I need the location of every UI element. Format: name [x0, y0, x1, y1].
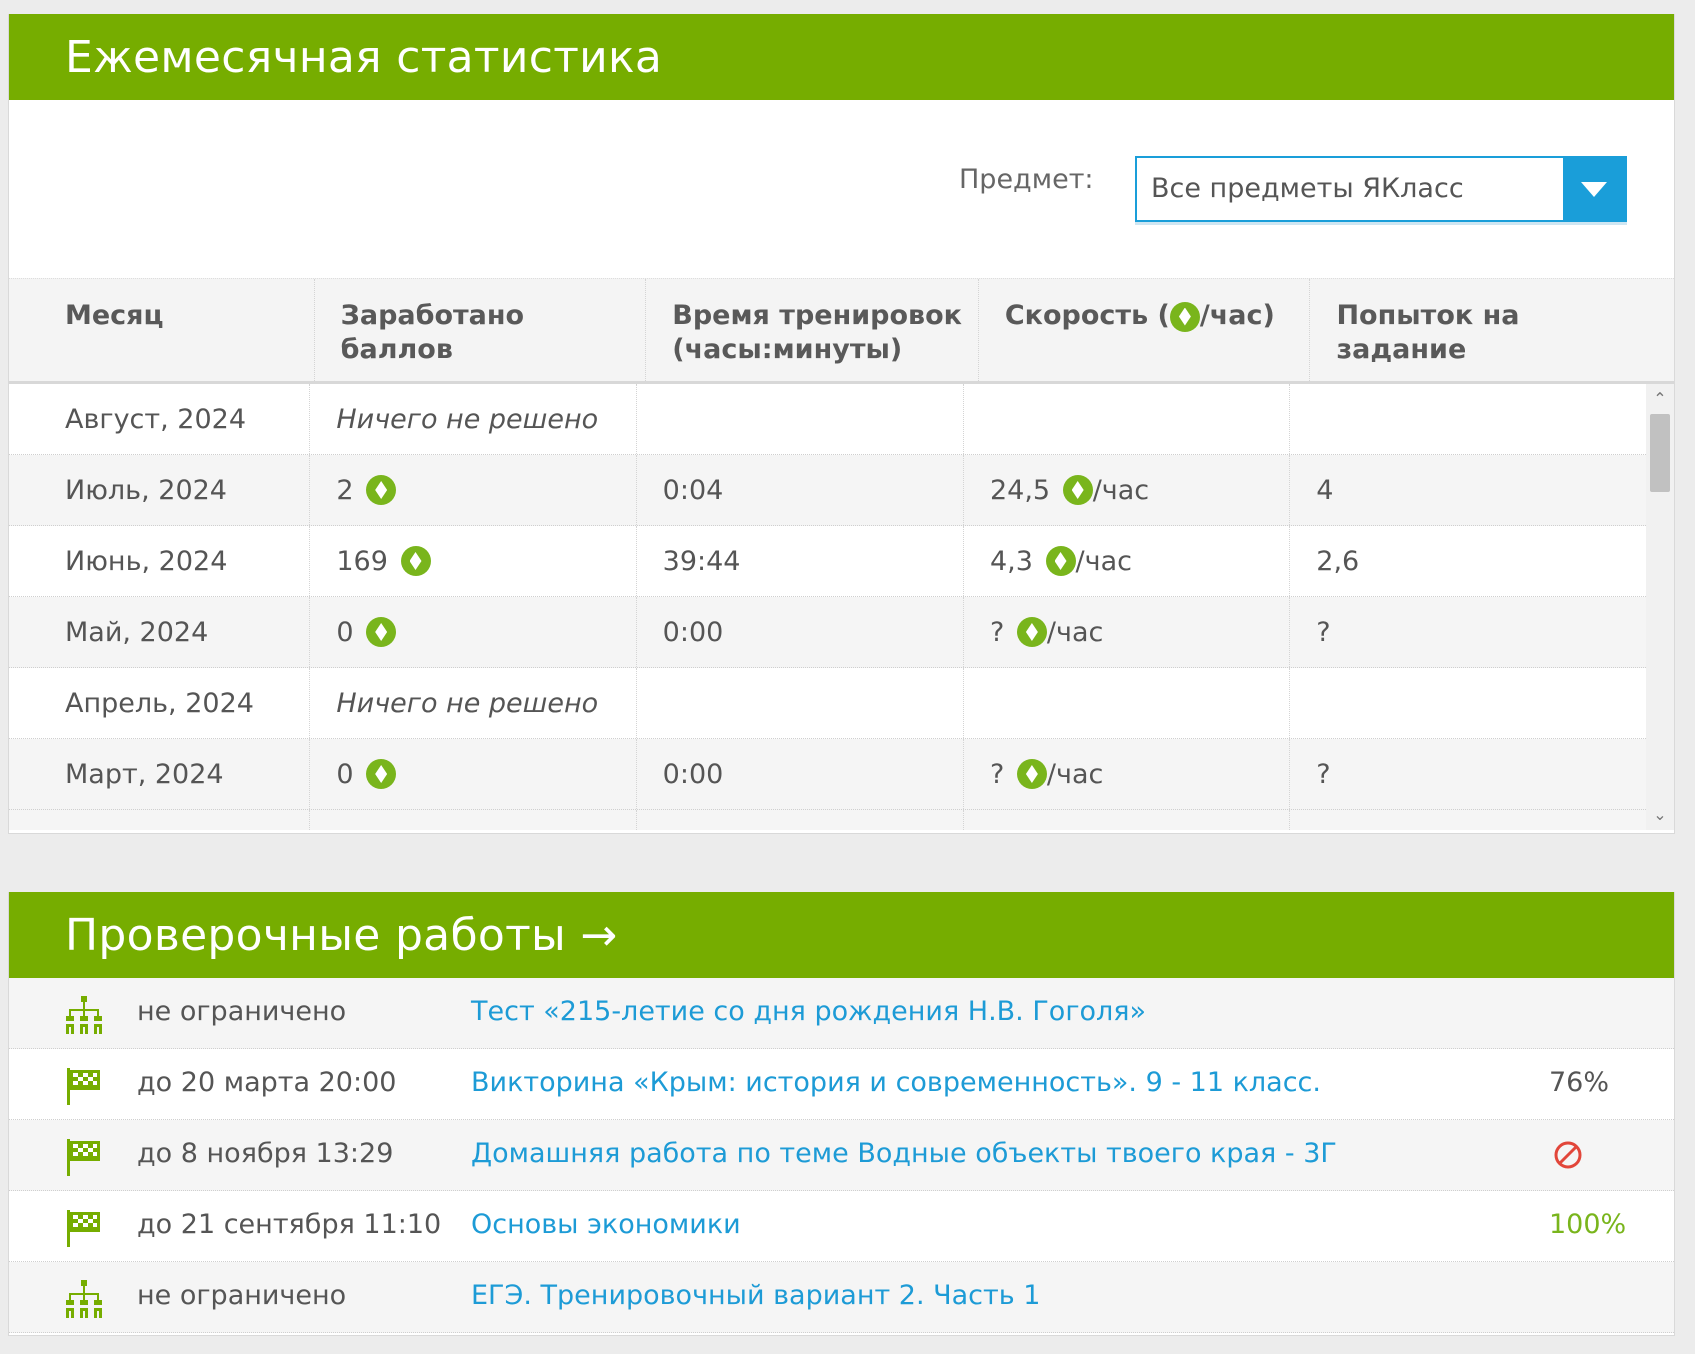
tests-list: не ограничено Тест «215-летие со дня рожд… — [9, 978, 1674, 1333]
cell-points: 0 — [310, 739, 637, 809]
cell-points: Ничего не решено — [310, 668, 637, 738]
cell-time: 0:00 — [637, 739, 964, 809]
test-link[interactable]: Викторина «Крым: история и современность… — [471, 1067, 1321, 1098]
table-row: Июнь, 2024 169 39:44 4,3 /час 2,6 — [9, 526, 1648, 597]
checkered-flag-icon — [63, 1136, 105, 1178]
table-row: Июль, 2024 2 0:04 24,5 /час 4 — [9, 455, 1648, 526]
cell-month: Май, 2024 — [9, 597, 311, 667]
scroll-down-arrow-icon[interactable]: ⌄ — [1646, 804, 1674, 826]
tests-title[interactable]: Проверочные работы → — [65, 910, 618, 961]
hierarchy-icon — [63, 1278, 105, 1320]
stats-header: Ежемесячная статистика — [9, 14, 1674, 100]
cell-speed — [964, 384, 1291, 454]
test-deadline: до 20 марта 20:00 — [137, 1067, 397, 1098]
coin-icon — [1045, 546, 1076, 576]
test-deadline: не ограничено — [137, 996, 347, 1027]
table-row: Май, 2024 0 0:00? /час? — [9, 597, 1648, 668]
cell-attempts: ? — [1316, 616, 1331, 648]
test-list-item: до 8 ноября 13:29 Домашняя работа по теме… — [9, 1120, 1674, 1191]
coin-icon — [1016, 759, 1047, 789]
table-scrollbar[interactable]: ⌃ ⌄ — [1646, 384, 1674, 830]
subject-filter-label: Предмет: — [959, 164, 1094, 195]
column-points[interactable]: Заработано баллов — [315, 279, 647, 381]
checkered-flag-icon — [63, 1207, 105, 1249]
cell-speed — [964, 668, 1291, 738]
cell-time: 39:44 — [637, 526, 964, 596]
tests-panel: Проверочные работы → не ограничено Тест «… — [8, 892, 1675, 1336]
stats-title: Ежемесячная статистика — [65, 31, 663, 83]
test-list-item: не ограничено Тест «215-летие со дня рожд… — [9, 978, 1674, 1049]
cell-points: 0 — [310, 597, 637, 667]
cell-attempts — [1290, 384, 1648, 454]
coin-icon — [366, 759, 397, 789]
hierarchy-icon — [63, 994, 105, 1036]
column-attempts[interactable]: Попыток на задание — [1310, 279, 1674, 381]
test-deadline: до 21 сентября 11:10 — [137, 1209, 442, 1240]
coin-icon — [1016, 617, 1047, 647]
cell-time — [637, 668, 964, 738]
cell-time: 0:00 — [637, 597, 964, 667]
cell-time: 0:04 — [637, 455, 964, 525]
subject-select-value: Все предметы ЯКласс — [1151, 173, 1464, 204]
cell-month: Июль, 2024 — [9, 455, 311, 525]
test-link[interactable]: Основы экономики — [471, 1209, 741, 1240]
stats-table-body[interactable]: Август, 2024 Ничего не решено Июль, 2024 2 … — [9, 384, 1674, 830]
test-deadline: до 8 ноября 13:29 — [137, 1138, 394, 1169]
cell-attempts — [1290, 668, 1648, 738]
table-row — [9, 810, 1648, 830]
cell-attempts: 2,6 — [1316, 545, 1360, 577]
coin-icon — [1169, 301, 1200, 332]
table-row: Март, 2024 0 0:00? /час? — [9, 739, 1648, 810]
scroll-up-arrow-icon[interactable]: ⌃ — [1646, 388, 1674, 410]
cell-time — [637, 384, 964, 454]
column-time[interactable]: Время тренировок (часы:минуты) — [646, 279, 979, 381]
test-link[interactable]: ЕГЭ. Тренировочный вариант 2. Часть 1 — [471, 1280, 1040, 1311]
coin-icon — [400, 546, 431, 576]
table-row: Апрель, 2024 Ничего не решено — [9, 668, 1648, 739]
cell-points: Ничего не решено — [310, 384, 637, 454]
subject-select[interactable]: Все предметы ЯКласс — [1135, 156, 1627, 222]
test-list-item: до 21 сентября 11:10 Основы экономики 100% — [9, 1191, 1674, 1262]
cell-month: Август, 2024 — [9, 384, 311, 454]
table-row: Август, 2024 Ничего не решено — [9, 384, 1648, 455]
cell-month: Июнь, 2024 — [9, 526, 311, 596]
cell-month: Апрель, 2024 — [9, 668, 311, 738]
stats-table-header: Месяц Заработано баллов Время тренировок… — [9, 278, 1674, 384]
scroll-thumb[interactable] — [1650, 414, 1670, 492]
test-list-item: не ограничено ЕГЭ. Тренировочный вариант … — [9, 1262, 1674, 1333]
cell-points: 2 — [310, 455, 637, 525]
ban-icon — [1553, 1140, 1583, 1170]
tests-header[interactable]: Проверочные работы → — [9, 892, 1674, 978]
cell-month: Март, 2024 — [9, 739, 311, 809]
checkered-flag-icon — [63, 1065, 105, 1107]
test-result: 100% — [1549, 1209, 1627, 1240]
coin-icon — [366, 475, 397, 505]
cell-speed: ? /час — [964, 597, 1291, 667]
test-link[interactable]: Тест «215-летие со дня рождения Н.В. Гог… — [471, 996, 1146, 1027]
monthly-stats-panel: Ежемесячная статистика Предмет: Все пред… — [8, 14, 1675, 834]
column-speed[interactable]: Скорость (/час) — [979, 279, 1311, 381]
coin-icon — [366, 617, 397, 647]
cell-attempts: ? — [1316, 758, 1331, 790]
cell-speed: 24,5 /час — [964, 455, 1291, 525]
cell-speed: 4,3 /час — [964, 526, 1291, 596]
chevron-down-icon[interactable] — [1563, 158, 1625, 220]
cell-points: 169 — [310, 526, 637, 596]
subject-filter: Предмет: Все предметы ЯКласс — [9, 100, 1674, 278]
cell-attempts: 4 — [1316, 474, 1334, 506]
column-month[interactable]: Месяц — [9, 279, 315, 381]
coin-icon — [1062, 475, 1093, 505]
test-deadline: не ограничено — [137, 1280, 347, 1311]
test-list-item: до 20 марта 20:00 Викторина «Крым: истори… — [9, 1049, 1674, 1120]
cell-speed: ? /час — [964, 739, 1291, 809]
test-result: 76% — [1549, 1067, 1610, 1098]
test-link[interactable]: Домашняя работа по теме Водные объекты т… — [471, 1138, 1337, 1169]
